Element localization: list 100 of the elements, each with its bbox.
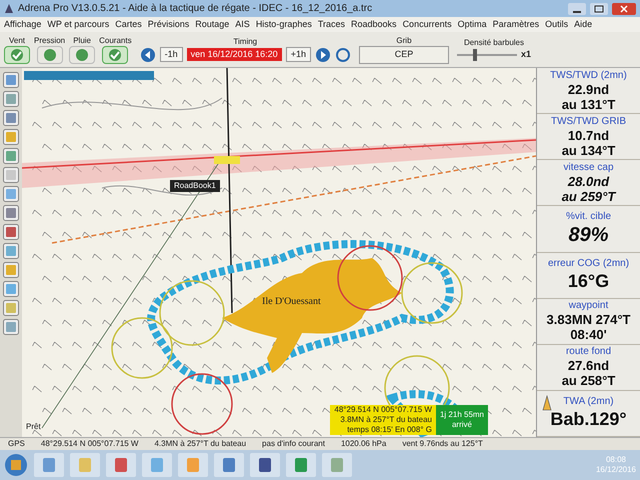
status-field: 48°29.514 N 005°07.715 W: [40, 438, 138, 450]
map-tool-icon[interactable]: [3, 281, 19, 297]
status-text: Prêt: [26, 421, 41, 433]
menu-item[interactable]: Histo-graphes: [256, 18, 312, 32]
previous-icon[interactable]: [140, 46, 156, 62]
tile-value: 10.7nd: [568, 128, 610, 143]
tile-value: au 258°T: [562, 373, 616, 388]
window-title: Adrena Pro V13.0.5.21 - Aide à la tactique de régate - IDEC - 16_12_2016_a.trc: [18, 2, 374, 16]
layer-label: Pluie: [73, 36, 92, 46]
tile-value: Bab.129°: [550, 408, 627, 430]
clock-date: 16/12/2016: [596, 465, 636, 475]
position-text: 48°29.514 N 005°07.715 W: [334, 405, 432, 415]
tile-label: TWA (2mn): [563, 396, 614, 408]
tile-label: vitesse cap: [563, 162, 614, 174]
next-icon[interactable]: [314, 46, 331, 62]
position-text: 3.8MN à 257°T du bateau: [340, 415, 432, 425]
group-title: Grib: [396, 36, 412, 46]
date-field[interactable]: ven 16/12/2016 16:20: [186, 48, 282, 62]
tile-label: TWS/TWD GRIB: [551, 116, 626, 128]
status-field: vent 9.76nds au 125°T: [402, 438, 483, 450]
tile-value: 16°G: [568, 270, 610, 292]
weather-layer-icon: [42, 48, 57, 62]
tile-value: au 134°T: [562, 142, 616, 158]
taskbar-app-icon[interactable]: [106, 453, 136, 477]
tile-label: erreur COG (2mn): [548, 258, 630, 270]
menu-item[interactable]: Concurrents: [402, 18, 452, 32]
island-name: Ile D'Ouessant: [262, 296, 321, 307]
minimize-icon[interactable]: [568, 2, 586, 14]
map-tool-icon[interactable]: [3, 262, 19, 278]
map-tool-icon[interactable]: [3, 205, 19, 221]
layer-toggle[interactable]: [102, 46, 128, 64]
tile-label: waypoint: [568, 300, 608, 312]
group-title: Densité barbules: [464, 38, 524, 48]
start-icon[interactable]: [4, 453, 28, 477]
map-tool-icon[interactable]: [3, 167, 19, 183]
menu-item[interactable]: Prévisions: [148, 18, 190, 32]
close-icon[interactable]: [612, 2, 636, 14]
status-field: GPS: [8, 438, 25, 450]
tile-value: 22.9nd: [568, 82, 610, 97]
tile-value: au 259°T: [562, 188, 616, 204]
menu-item[interactable]: AIS: [235, 18, 250, 32]
layer-toggle[interactable]: [4, 46, 30, 64]
grib-model-button[interactable]: CEP: [358, 46, 449, 64]
menu-item[interactable]: Cartes: [115, 18, 142, 32]
eta-text: arrivé: [452, 420, 472, 430]
status-field: pas d'info courant: [262, 438, 325, 450]
menu-item[interactable]: Optima: [458, 18, 487, 32]
menu-item[interactable]: WP et parcours: [47, 18, 110, 32]
taskbar-app-icon[interactable]: [250, 453, 280, 477]
layer-label: Pression: [34, 36, 66, 46]
tile-value: 89%: [568, 222, 609, 247]
map-tool-icon[interactable]: [3, 148, 19, 164]
density-slider[interactable]: [456, 48, 517, 60]
layer-label: Courants: [99, 36, 132, 46]
layer-toggle[interactable]: [36, 46, 63, 64]
map-tool-icon[interactable]: [3, 129, 19, 145]
map-tool-icon[interactable]: [3, 91, 19, 107]
menu-item[interactable]: Roadbooks: [351, 18, 397, 32]
tile-label: TWS/TWD (2mn): [550, 70, 627, 82]
position-text: temps 08:15' En 008° G: [347, 425, 432, 435]
menu-item[interactable]: Routage: [195, 18, 230, 32]
taskbar-app-icon[interactable]: [214, 453, 244, 477]
layer-toggle[interactable]: [69, 46, 96, 64]
map-tool-icon[interactable]: [3, 300, 19, 316]
density-value: x1: [520, 48, 531, 61]
back-button[interactable]: -1h: [160, 46, 183, 62]
group-title: Timing: [233, 36, 258, 46]
sailboat-icon: [541, 394, 553, 413]
tile-value: 28.0nd: [568, 174, 610, 189]
map-tool-icon[interactable]: [3, 224, 19, 240]
map-tool-icon[interactable]: [3, 243, 19, 259]
weather-layer-icon: [75, 48, 90, 62]
tile-label: route fond: [566, 346, 612, 358]
menu-item[interactable]: Aide: [574, 18, 592, 32]
layer-label: Vent: [8, 36, 25, 46]
forward-button[interactable]: +1h: [286, 46, 311, 62]
waypoint-marker: [214, 156, 240, 164]
menu-item[interactable]: Traces: [318, 18, 346, 32]
weather-layer-icon: [108, 48, 122, 62]
menu-item[interactable]: Affichage: [4, 18, 42, 32]
refresh-icon[interactable]: [334, 46, 351, 62]
maximize-icon[interactable]: [590, 2, 608, 14]
eta-text: 1j 21h 55mn: [440, 410, 484, 420]
tile-label: %vit. cible: [566, 210, 611, 223]
slider-thumb[interactable]: [472, 48, 477, 60]
menu-item[interactable]: Paramètres: [492, 18, 540, 32]
map-tool-icon[interactable]: [3, 72, 19, 88]
weather-layer-icon: [10, 48, 24, 62]
tile-value: 08:40': [570, 327, 607, 342]
map-tool-icon[interactable]: [3, 186, 19, 202]
menu-item[interactable]: Outils: [545, 18, 568, 32]
taskbar-app-icon[interactable]: [286, 453, 316, 477]
roadbook-label: RoadBook1: [170, 180, 220, 192]
map-tool-icon[interactable]: [3, 319, 19, 335]
tile-value: 27.6nd: [568, 358, 610, 374]
map-tool-icon[interactable]: [3, 110, 19, 126]
clock-time: 08:08: [606, 455, 626, 465]
tile-value: 3.83MN 274°T: [546, 312, 630, 328]
status-field: 4.3MN à 257°T du bateau: [154, 438, 246, 450]
status-field: 1020.06 hPa: [340, 438, 386, 450]
